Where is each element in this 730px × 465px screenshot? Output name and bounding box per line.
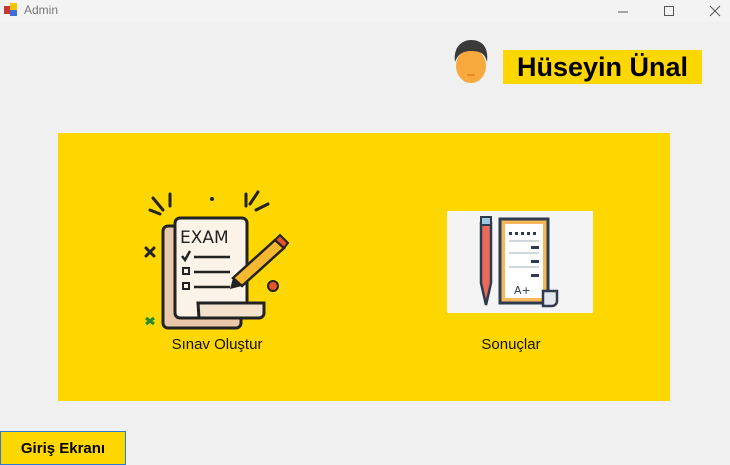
close-button[interactable] — [692, 0, 730, 22]
close-icon — [709, 5, 721, 17]
login-screen-button[interactable]: Giriş Ekranı — [0, 431, 126, 465]
exam-icon: EXAM — [144, 190, 290, 330]
results-image-text: A+ — [514, 284, 531, 297]
results-label[interactable]: Sonuçlar — [481, 336, 540, 353]
man-avatar-icon — [454, 40, 488, 83]
maximize-button[interactable] — [646, 0, 692, 22]
maximize-icon — [664, 6, 674, 16]
menu-panel: EXAM Sınav Oluştur A+ Sonuçlar — [58, 133, 670, 401]
minimize-icon — [618, 11, 628, 13]
title-bar: Admin — [0, 0, 730, 22]
results-icon: A+ — [447, 211, 593, 313]
window-title: Admin — [24, 3, 59, 17]
minimize-button[interactable] — [600, 0, 646, 22]
create-exam-label[interactable]: Sınav Oluştur — [172, 336, 263, 353]
app-icon — [4, 3, 17, 16]
create-exam-button[interactable]: EXAM — [138, 188, 298, 333]
exam-image-text: EXAM — [180, 228, 229, 248]
results-button[interactable]: A+ — [447, 211, 593, 313]
user-name-label: Hüseyin Ünal — [503, 50, 702, 84]
